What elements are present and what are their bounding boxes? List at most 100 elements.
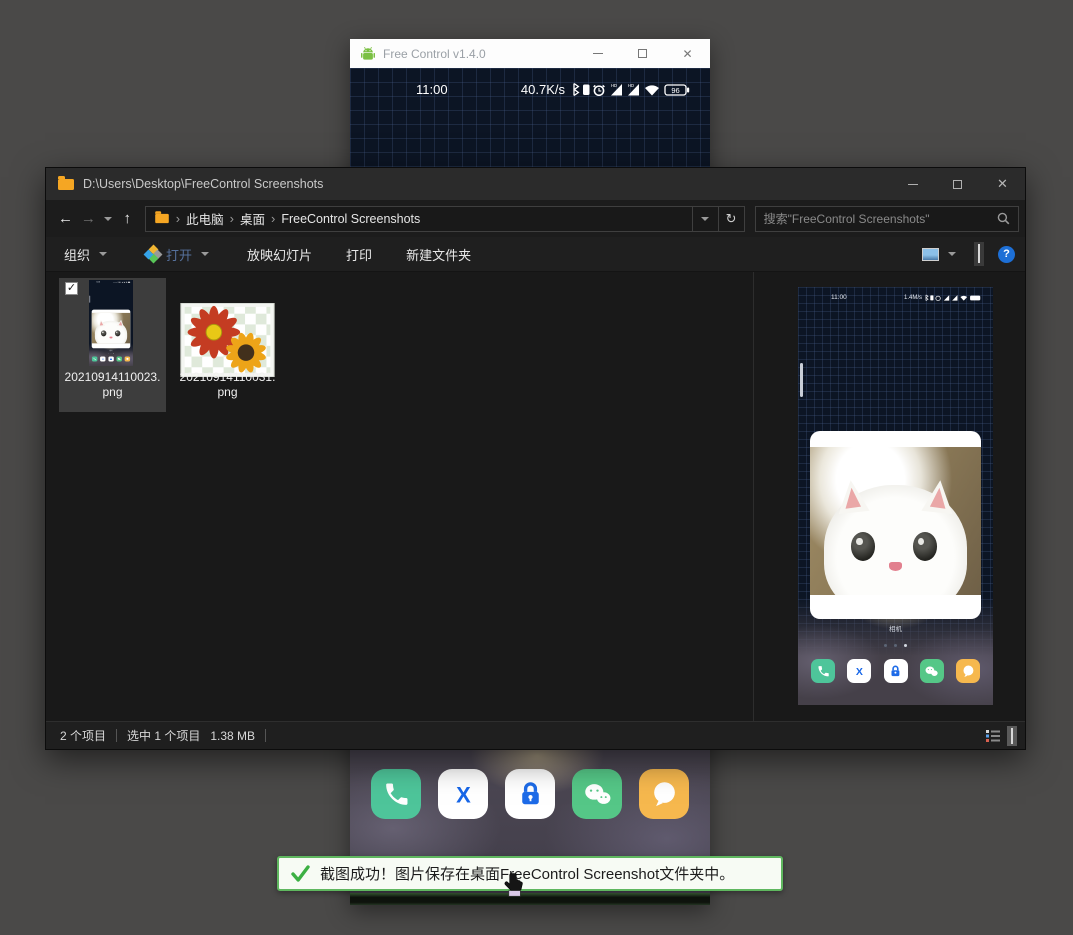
toast-message: 截图成功！图片保存在桌面FreeControl Screenshot文件夹中。 xyxy=(320,863,734,884)
maximize-icon xyxy=(638,49,647,58)
refresh-button[interactable]: ↻ xyxy=(718,207,744,231)
file-list-area[interactable]: ✓ 11:00 1.4M/s 相机 xyxy=(46,272,1025,721)
selection-size: 1.38 MB xyxy=(210,729,255,743)
xbrowser-app-icon: X xyxy=(847,659,871,683)
maximize-icon xyxy=(953,180,962,189)
picture-icon xyxy=(922,248,939,261)
thumbnail-view-icon xyxy=(1011,728,1013,744)
search-input[interactable] xyxy=(764,212,997,226)
breadcrumb-separator: › xyxy=(230,211,234,226)
preview-net-speed: 1.4M/s xyxy=(904,295,922,301)
help-button[interactable]: ? xyxy=(998,246,1015,263)
file-checkbox[interactable]: ✓ xyxy=(65,282,78,295)
breadcrumb-desktop[interactable]: 桌面 xyxy=(240,209,265,228)
svg-text:96: 96 xyxy=(671,86,679,95)
preview-pane-icon xyxy=(978,244,980,263)
svg-text:X: X xyxy=(856,666,863,678)
statusbar-separator xyxy=(116,729,117,742)
preview-time: 11:00 xyxy=(831,294,847,301)
address-bar[interactable]: › 此电脑 › 桌面 › FreeControl Screenshots ↻ xyxy=(145,206,745,232)
xbrowser-app-icon[interactable]: X xyxy=(438,769,488,819)
applock-app-icon[interactable] xyxy=(505,769,555,819)
details-view-toggle[interactable] xyxy=(986,729,1001,742)
wifi-icon xyxy=(645,85,659,95)
explorer-toolbar: 组织 打开 放映幻灯片 打印 新建文件夹 xyxy=(46,237,1025,272)
wechat-app-icon[interactable] xyxy=(572,769,622,819)
wechat-app-icon xyxy=(920,659,944,683)
file-item-screenshot-1[interactable]: ✓ 11:00 1.4M/s 相机 xyxy=(59,278,166,412)
up-button[interactable]: ↑ xyxy=(116,210,139,227)
file-name: 20210914110031.png xyxy=(177,370,278,400)
preview-pane-image: 11:00 1.4M/s 相机 X xyxy=(798,287,993,705)
explorer-window: D:\Users\Desktop\FreeControl Screenshots… xyxy=(45,167,1026,750)
folder-icon xyxy=(58,179,74,190)
breadcrumb-this-pc[interactable]: 此电脑 xyxy=(186,209,224,228)
breadcrumb-current-folder[interactable]: FreeControl Screenshots xyxy=(281,212,420,226)
messages-app-icon xyxy=(956,659,980,683)
view-slideshow-button[interactable] xyxy=(922,248,960,261)
file-thumbnail-flowers xyxy=(180,303,275,377)
file-thumbnail-phone-screenshot: 11:00 1.4M/s 相机 xyxy=(89,280,133,366)
vibrate-icon xyxy=(583,85,590,96)
battery-icon: 96 xyxy=(665,85,689,95)
file-name: 20210914110023.png xyxy=(62,370,163,400)
fc-maximize-button[interactable] xyxy=(620,39,665,68)
messages-app-icon[interactable] xyxy=(639,769,689,819)
camera-label: 相机 xyxy=(798,623,993,633)
mirror-side-handle xyxy=(800,363,803,397)
signal-icon-2: HD xyxy=(628,83,639,96)
breadcrumb-separator: › xyxy=(271,211,275,226)
bluetooth-icon xyxy=(574,84,578,96)
item-count: 2 个项目 xyxy=(60,727,106,744)
android-icon xyxy=(360,46,376,62)
minimize-icon xyxy=(908,184,918,185)
new-folder-button[interactable]: 新建文件夹 xyxy=(406,245,471,264)
back-button[interactable]: ← xyxy=(54,210,77,227)
screenshot-flash-strip xyxy=(350,893,710,905)
explorer-close-button[interactable]: ✕ xyxy=(980,168,1025,200)
breadcrumb-folder-icon xyxy=(155,214,169,223)
explorer-title: D:\Users\Desktop\FreeControl Screenshots xyxy=(83,177,890,191)
history-dropdown-icon[interactable] xyxy=(104,217,112,221)
svg-text:X: X xyxy=(456,782,471,807)
slideshow-button[interactable]: 放映幻灯片 xyxy=(247,245,312,264)
print-button[interactable]: 打印 xyxy=(346,245,372,264)
organize-button[interactable]: 组织 xyxy=(64,245,111,264)
forward-button[interactable]: → xyxy=(77,210,100,227)
open-button[interactable]: 打开 xyxy=(145,245,213,264)
alarm-icon xyxy=(594,85,605,95)
explorer-maximize-button[interactable] xyxy=(935,168,980,200)
preview-dock: X xyxy=(798,659,993,683)
explorer-titlebar[interactable]: D:\Users\Desktop\FreeControl Screenshots… xyxy=(46,168,1025,200)
chevron-down-icon xyxy=(201,252,209,256)
open-app-icon xyxy=(145,246,161,262)
svg-text:HD: HD xyxy=(611,83,617,88)
search-box[interactable] xyxy=(755,206,1019,232)
file-item-screenshot-2[interactable]: 20210914110031.png xyxy=(174,278,281,412)
search-icon xyxy=(997,212,1010,225)
minimize-icon xyxy=(593,53,603,54)
phone-net-speed: 40.7K/s xyxy=(521,82,565,97)
breadcrumb-separator: › xyxy=(176,211,180,226)
desktop: Free Control v1.4.0 ✕ 11:00 40.7K/s xyxy=(0,0,1073,935)
fc-close-button[interactable]: ✕ xyxy=(665,39,710,68)
camera-widget-card xyxy=(810,431,981,619)
chevron-down-icon xyxy=(701,217,709,221)
hand-cursor xyxy=(502,872,526,899)
preview-status-bar: 11:00 1.4M/s xyxy=(798,287,993,302)
phone-dock: X xyxy=(350,769,710,819)
success-check-icon xyxy=(291,865,310,882)
preview-pane-toggle[interactable] xyxy=(974,242,984,266)
free-control-title: Free Control v1.4.0 xyxy=(383,47,575,61)
thumbnail-view-toggle[interactable] xyxy=(1007,726,1017,746)
preview-pane-divider xyxy=(753,272,754,721)
fc-minimize-button[interactable] xyxy=(575,39,620,68)
free-control-titlebar[interactable]: Free Control v1.4.0 ✕ xyxy=(350,39,710,68)
page-dots xyxy=(798,644,993,647)
phone-app-icon[interactable] xyxy=(371,769,421,819)
phone-status-bar: 11:00 40.7K/s HD HD xyxy=(350,68,710,97)
explorer-minimize-button[interactable] xyxy=(890,168,935,200)
address-dropdown-button[interactable] xyxy=(692,207,718,231)
cat-photo xyxy=(810,447,981,595)
toast-notification: 截图成功！图片保存在桌面FreeControl Screenshot文件夹中。 xyxy=(277,856,783,891)
